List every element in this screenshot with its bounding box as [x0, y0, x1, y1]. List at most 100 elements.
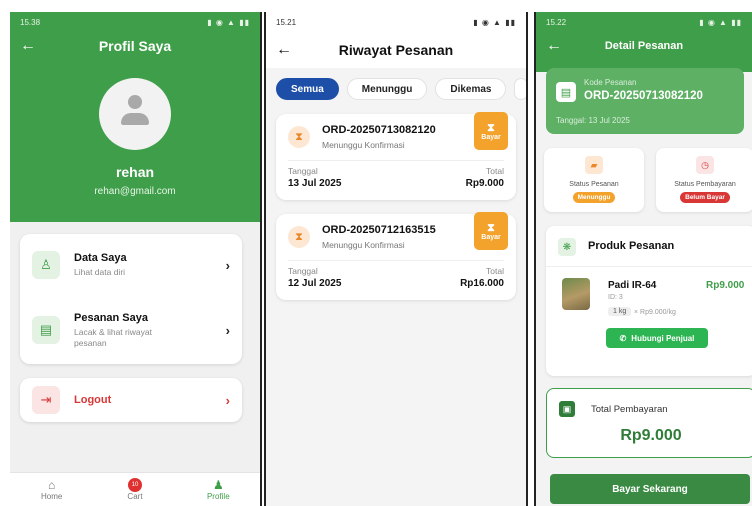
pay-label: Bayar	[481, 133, 501, 141]
profile-screen: 15.38 ▮ ◉ ▲ ▮▮ ← Profil Saya rehan rehan…	[10, 12, 262, 506]
nav-home[interactable]: ⌂ Home	[10, 473, 93, 506]
user-email: rehan@gmail.com	[94, 186, 176, 197]
tab-menunggu[interactable]: Menunggu	[346, 78, 428, 100]
menu-item-title: Data Saya	[74, 252, 127, 264]
app-bar: ← Profil Saya	[10, 32, 260, 60]
menu-item-title: Pesanan Saya	[74, 311, 148, 324]
divider	[288, 160, 504, 161]
page-title: Profil Saya	[98, 38, 172, 54]
app-bar: ← Detail Pesanan	[536, 32, 752, 60]
nav-label: Profile	[206, 492, 230, 501]
hourglass-icon: ⧗	[288, 126, 310, 148]
order-status: Menunggu Konfirmasi	[322, 140, 405, 150]
total-label: Total	[486, 266, 504, 276]
back-arrow-icon[interactable]: ←	[546, 38, 562, 54]
filter-tabs: Semua Menunggu Dikemas	[266, 68, 526, 108]
pay-label: Bayar	[481, 233, 501, 241]
chevron-right-icon: ›	[225, 392, 230, 408]
date-label: Tanggal	[288, 166, 318, 176]
divider	[546, 266, 752, 267]
menu-item-subtitle: Lacak & lihat riwayat pesanan	[74, 326, 152, 348]
bottom-nav: ⌂ Home 10 Cart ♟ Profile	[10, 472, 260, 506]
back-arrow-icon[interactable]: ←	[276, 42, 292, 58]
avatar	[99, 78, 171, 150]
order-date: 12 Jul 2025	[288, 278, 342, 289]
nav-label: Cart	[127, 492, 143, 501]
contact-seller-button[interactable]: ✆ Hubungi Penjual	[606, 328, 708, 348]
logout-card[interactable]: ⇥ Logout ›	[20, 378, 242, 422]
pay-button[interactable]: ⧗ Bayar	[474, 112, 508, 150]
order-id: ORD-20250712163515	[322, 224, 436, 236]
pay-button[interactable]: ⧗ Bayar	[474, 212, 508, 250]
user-icon	[128, 95, 142, 109]
total-value: Rp9.000	[620, 427, 682, 444]
tab-semua[interactable]: Semua	[276, 78, 339, 100]
status-label: Status Pesanan	[569, 181, 619, 188]
product-unit-price: × Rp9.000/kg	[634, 309, 676, 316]
order-status: Menunggu Konfirmasi	[322, 240, 405, 250]
status-icons: ▮ ◉ ▲ ▮▮	[473, 17, 516, 27]
status-bar: 15.22 ▮ ◉ ▲ ▮▮	[536, 12, 752, 32]
total-label: Total Pembayaran	[591, 404, 668, 415]
profile-header: 15.38 ▮ ◉ ▲ ▮▮ ← Profil Saya rehan rehan…	[10, 12, 260, 222]
nav-profile[interactable]: ♟ Profile	[177, 473, 260, 506]
status-bar: 15.38 ▮ ◉ ▲ ▮▮	[10, 12, 260, 32]
menu-item-subtitle: Lihat data diri	[74, 267, 126, 277]
status-time: 15.21	[276, 17, 297, 27]
tab-more[interactable]	[514, 78, 526, 100]
app-bar: ← Riwayat Pesanan	[266, 32, 526, 68]
leaf-icon: ❋	[558, 238, 576, 256]
order-id: ORD-20250713082120	[322, 124, 436, 136]
wallet-icon: ▣	[559, 401, 575, 417]
back-arrow-icon[interactable]: ←	[20, 38, 36, 54]
status-badge: Menunggu	[572, 192, 616, 203]
product-price: Rp9.000	[706, 280, 745, 291]
chevron-right-icon: ›	[225, 257, 230, 273]
receipt-icon: ▤	[32, 316, 60, 344]
receipt-icon: ▤	[556, 82, 576, 102]
product-qty: 1 kg	[608, 307, 632, 316]
product-image	[562, 278, 590, 310]
logout-button[interactable]: ⇥ Logout ›	[20, 378, 242, 422]
pay-now-button[interactable]: Bayar Sekarang	[550, 474, 750, 504]
clock-icon: ◷	[696, 156, 714, 174]
status-icons: ▮ ◉ ▲ ▮▮	[699, 17, 742, 27]
status-label: Status Pembayaran	[674, 181, 736, 188]
user-name: rehan	[115, 164, 155, 180]
profile-icon: ♟	[212, 478, 224, 492]
menu-item-pesanan-saya[interactable]: ▤ Pesanan Saya Lacak & lihat riwayat pes…	[20, 296, 242, 364]
contact-label: Hubungi Penjual	[631, 333, 695, 343]
product-section-title: Produk Pesanan	[588, 240, 675, 252]
tab-dikemas[interactable]: Dikemas	[435, 78, 507, 100]
total-payment-card: ▣ Total Pembayaran Rp9.000	[546, 388, 752, 458]
payment-status-card: ◷ Status Pembayaran Belum Bayar	[656, 148, 752, 212]
order-detail-header: 15.22 ▮ ◉ ▲ ▮▮ ← Detail Pesanan	[536, 12, 752, 72]
person-icon: ♙	[32, 251, 60, 279]
menu-item-data-saya[interactable]: ♙ Data Saya Lihat data diri ›	[20, 234, 242, 296]
order-date: 13 Jul 2025	[288, 178, 342, 189]
order-code-label: Kode Pesanan	[584, 78, 637, 87]
status-icons: ▮ ◉ ▲ ▮▮	[207, 17, 250, 27]
order-detail-screen: 15.22 ▮ ◉ ▲ ▮▮ ← Detail Pesanan ▤ Kode P…	[534, 12, 752, 506]
cart-badge: 10	[127, 478, 142, 492]
chevron-right-icon: ›	[225, 322, 230, 338]
truck-icon: ▰	[585, 156, 603, 174]
product-name: Padi IR-64	[608, 280, 657, 291]
logout-icon: ⇥	[32, 386, 60, 414]
product-card: ❋ Produk Pesanan Padi IR-64 Rp9.000 ID: …	[546, 226, 752, 376]
page-title: Detail Pesanan	[604, 40, 684, 52]
product-id: ID: 3	[608, 294, 623, 301]
status-badge: Belum Bayar	[680, 192, 730, 203]
page-title: Riwayat Pesanan	[338, 42, 454, 58]
order-history-screen: 15.21 ▮ ◉ ▲ ▮▮ ← Riwayat Pesanan Semua M…	[264, 12, 528, 506]
nav-cart[interactable]: 10 Cart	[93, 473, 176, 506]
total-label: Total	[486, 166, 504, 176]
divider	[288, 260, 504, 261]
profile-menu-card: ♙ Data Saya Lihat data diri › ▤ Pesanan …	[20, 234, 242, 364]
nav-label: Home	[40, 492, 63, 501]
order-code: ORD-20250713082120	[584, 90, 703, 102]
order-status-card: ▰ Status Pesanan Menunggu	[544, 148, 644, 212]
order-card[interactable]: ⧗ ORD-20250712163515 Menunggu Konfirmasi…	[276, 212, 516, 300]
hourglass-icon: ⧗	[288, 226, 310, 248]
order-card[interactable]: ⧗ ORD-20250713082120 Menunggu Konfirmasi…	[276, 112, 516, 200]
